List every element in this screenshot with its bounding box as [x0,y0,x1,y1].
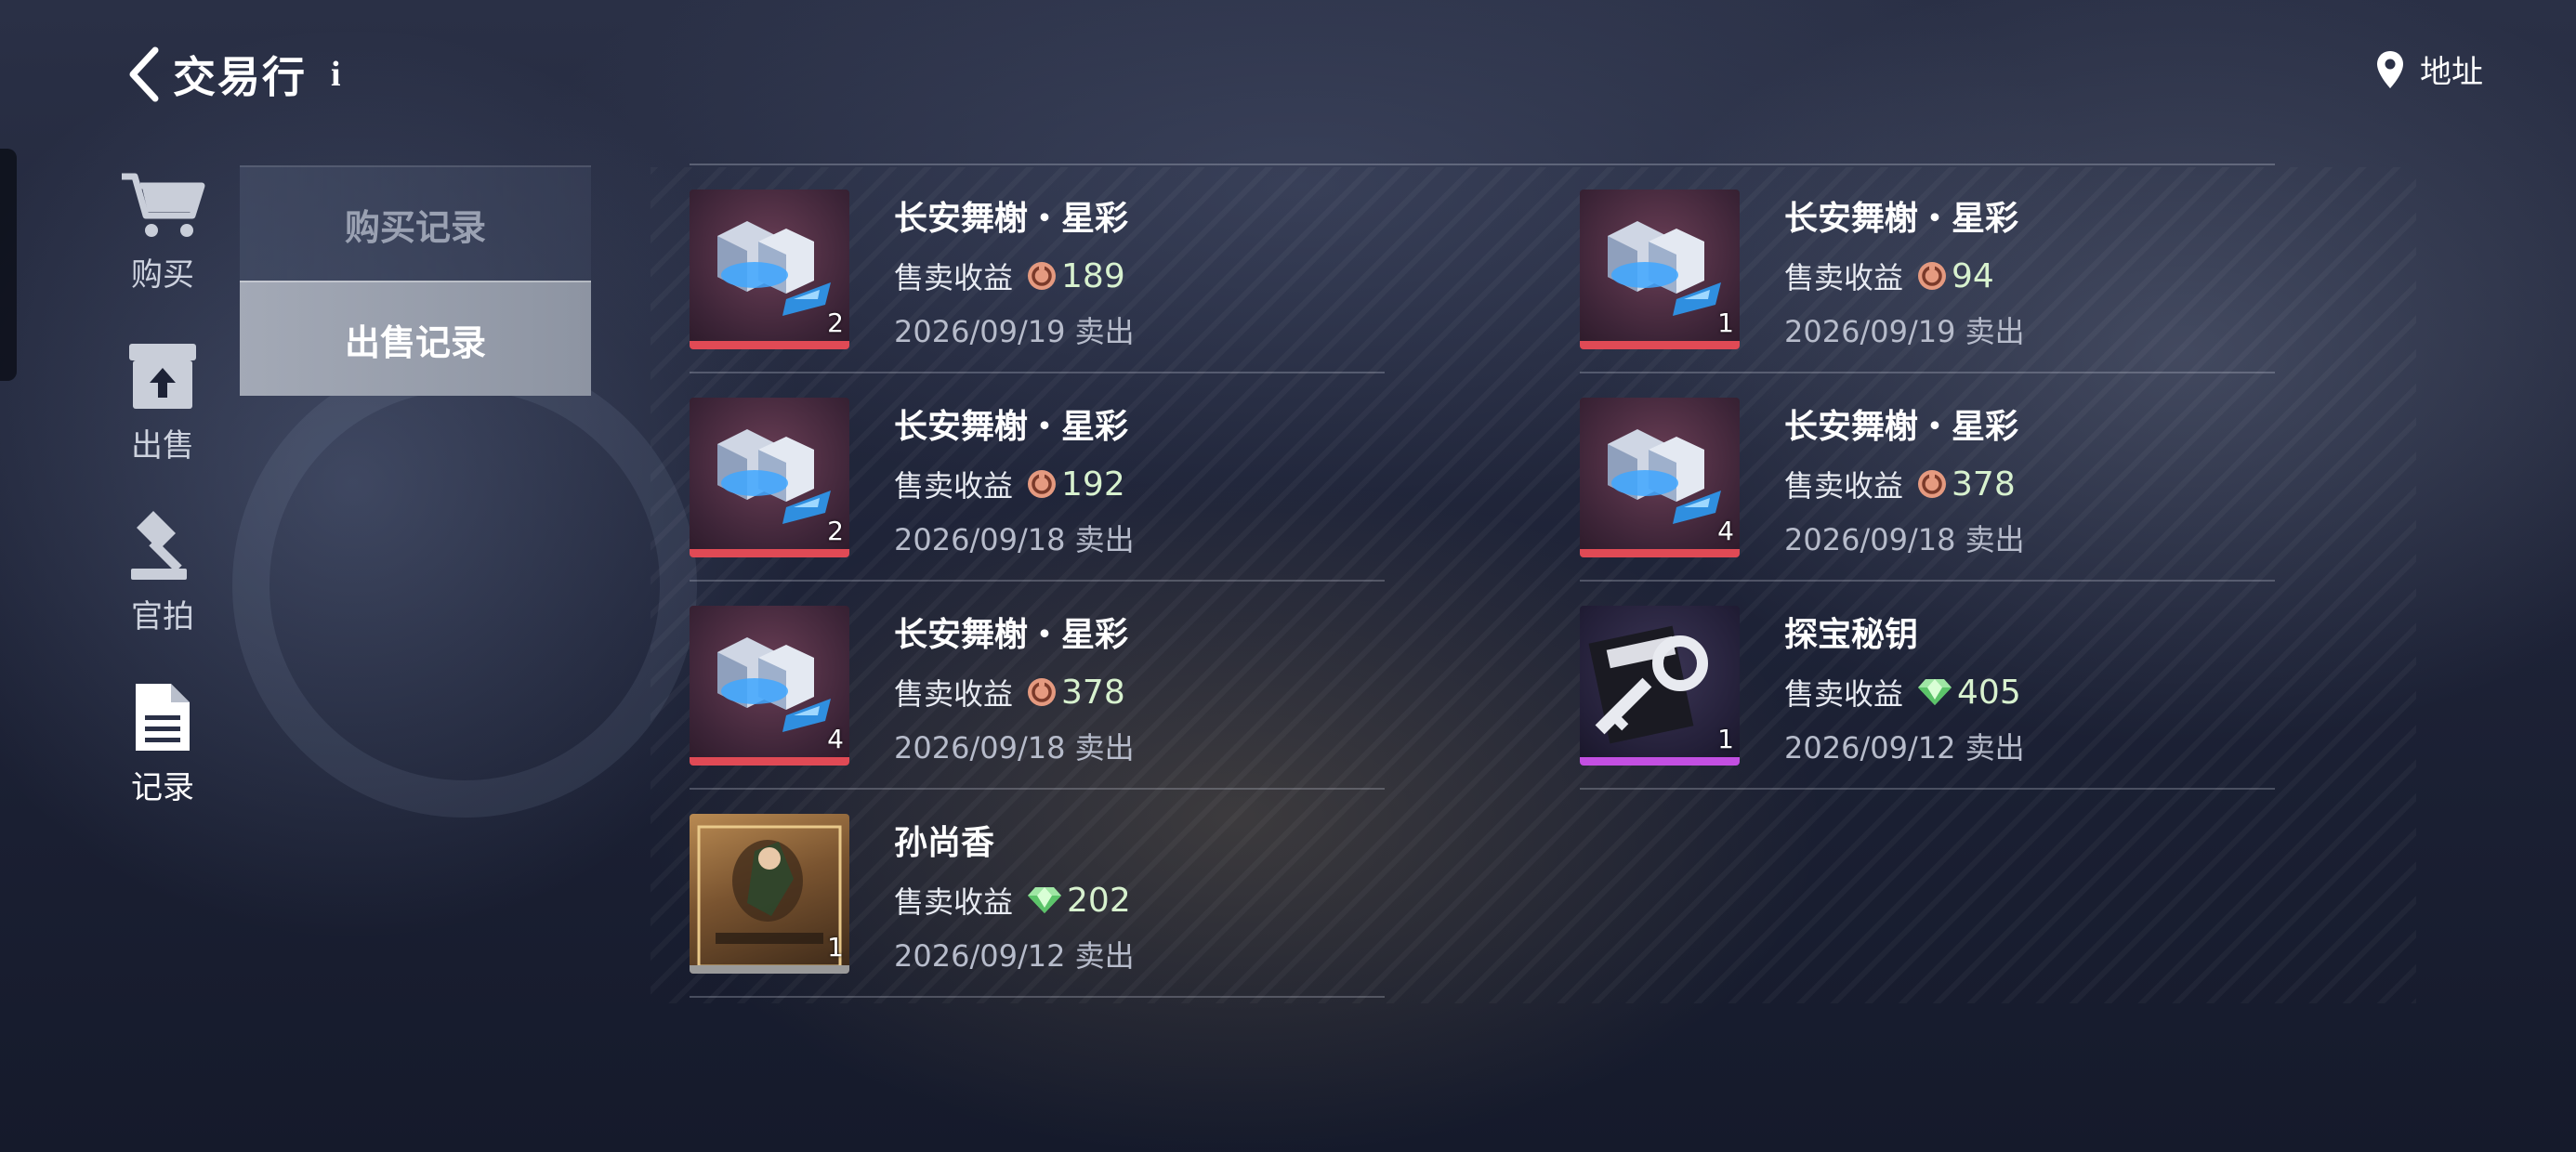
item-name: 长安舞榭・星彩 [1784,408,2019,446]
record-subtabs: 购买记录 出售记录 [240,165,591,396]
nav-label-auction: 官拍 [131,598,194,635]
nav-label-buy: 购买 [131,256,194,294]
rarity-bar [1580,549,1740,557]
list-item[interactable]: 1 探宝秘钥 售卖收益 405 2026/09/12 卖出 [1580,582,2275,790]
earning-label: 售卖收益 [1784,676,1904,712]
nav-item-auction[interactable]: 官拍 [102,500,223,671]
earning-value: 378 [1061,673,1125,712]
earning-value: 405 [1957,673,2021,712]
green-diamond-icon [1028,887,1062,913]
sale-records-list: 2 长安舞榭・星彩 售卖收益 189 2026/09/19 卖出 1 长安舞榭・… [690,165,2275,998]
coupon-coin-icon [1028,470,1057,498]
green-diamond-icon [1918,679,1952,705]
item-quantity: 4 [1717,516,1734,546]
ice-crystal-item-icon [1608,221,1721,316]
item-thumbnail: 2 [690,398,849,557]
sale-date: 2026/09/12 卖出 [1784,730,2025,766]
rarity-bar [690,549,849,557]
earning-value: 94 [1952,256,1994,295]
sale-date: 2026/09/12 卖出 [894,938,1135,974]
ice-crystal-item-icon [717,637,831,732]
item-thumbnail: 1 [1580,190,1740,349]
item-quantity: 2 [827,516,844,546]
item-thumbnail: 4 [690,606,849,766]
rarity-bar [1580,341,1740,349]
back-button[interactable] [121,42,167,107]
item-name: 探宝秘钥 [1784,616,1919,654]
earning-label: 售卖收益 [894,468,1014,504]
list-item[interactable]: 1 长安舞榭・星彩 售卖收益 94 2026/09/19 卖出 [1580,165,2275,373]
earning-value: 192 [1061,465,1125,504]
coupon-coin-icon [1028,678,1057,706]
item-quantity: 4 [827,724,844,754]
ice-crystal-item-icon [1608,429,1721,524]
earning-value: 189 [1061,256,1125,295]
item-thumbnail: 4 [1580,398,1740,557]
background-decoration [232,353,697,818]
item-thumbnail: 1 [690,814,849,974]
tab-sale-records[interactable]: 出售记录 [240,281,591,396]
nav-item-sell[interactable]: 出售 [102,329,223,500]
sale-date: 2026/09/18 卖出 [1784,522,2025,557]
earning-label: 售卖收益 [1784,260,1904,295]
ice-crystal-item-icon [717,221,831,316]
sale-date: 2026/09/18 卖出 [894,522,1135,557]
page-title: 交易行 [173,52,307,102]
item-name: 长安舞榭・星彩 [894,616,1129,654]
rarity-bar [1580,757,1740,766]
list-item[interactable]: 2 长安舞榭・星彩 售卖收益 189 2026/09/19 卖出 [690,165,1385,373]
item-quantity: 1 [1717,724,1734,754]
item-name: 长安舞榭・星彩 [1784,200,2019,238]
item-name: 长安舞榭・星彩 [894,408,1129,446]
earning-value: 202 [1067,881,1131,920]
sale-date: 2026/09/19 卖出 [894,314,1135,349]
ice-crystal-item-icon [717,429,831,524]
nav-item-buy[interactable]: 购买 [102,158,223,329]
list-item[interactable]: 2 长安舞榭・星彩 售卖收益 192 2026/09/18 卖出 [690,373,1385,582]
hero-card-item-icon [697,825,842,968]
chevron-left-icon [129,46,159,102]
header: 交易行 i [121,37,341,111]
coupon-coin-icon [1028,262,1057,290]
nav-item-records[interactable]: 记录 [102,671,223,842]
auction-hammer-icon [112,500,214,583]
list-item[interactable]: 4 长安舞榭・星彩 售卖收益 378 2026/09/18 卖出 [1580,373,2275,582]
sale-date: 2026/09/18 卖出 [894,730,1135,766]
item-name: 孙尚香 [894,824,995,862]
earning-label: 售卖收益 [1784,468,1904,504]
cart-icon [112,158,214,242]
side-nav: 购买 出售 官拍 记录 [102,158,223,842]
edge-drawer-handle[interactable] [0,149,17,381]
treasure-key-item-icon [1588,625,1708,744]
earning-label: 售卖收益 [894,676,1014,712]
rarity-bar [690,341,849,349]
earning-value: 378 [1952,465,2016,504]
sale-date: 2026/09/19 卖出 [1784,314,2025,349]
rarity-bar [690,757,849,766]
item-thumbnail: 2 [690,190,849,349]
item-quantity: 1 [827,932,844,962]
coupon-coin-icon [1918,470,1947,498]
address-label: 地址 [2420,54,2483,91]
info-button[interactable]: i [331,54,341,95]
location-pin-icon [2377,50,2403,88]
rarity-bar [690,965,849,974]
earning-label: 售卖收益 [894,884,1014,920]
address-button[interactable]: 地址 [2375,46,2483,92]
earning-label: 售卖收益 [894,260,1014,295]
nav-label-records: 记录 [131,769,194,806]
tab-purchase-records[interactable]: 购买记录 [240,165,591,281]
list-item[interactable]: 1 孙尚香 售卖收益 202 2026/09/12 卖出 [690,790,1385,998]
item-quantity: 1 [1717,308,1734,338]
document-icon [112,671,214,754]
coupon-coin-icon [1918,262,1947,290]
list-item[interactable]: 4 长安舞榭・星彩 售卖收益 378 2026/09/18 卖出 [690,582,1385,790]
item-quantity: 2 [827,308,844,338]
item-name: 长安舞榭・星彩 [894,200,1129,238]
nav-label-sell: 出售 [131,427,194,465]
item-thumbnail: 1 [1580,606,1740,766]
upload-box-icon [112,329,214,412]
